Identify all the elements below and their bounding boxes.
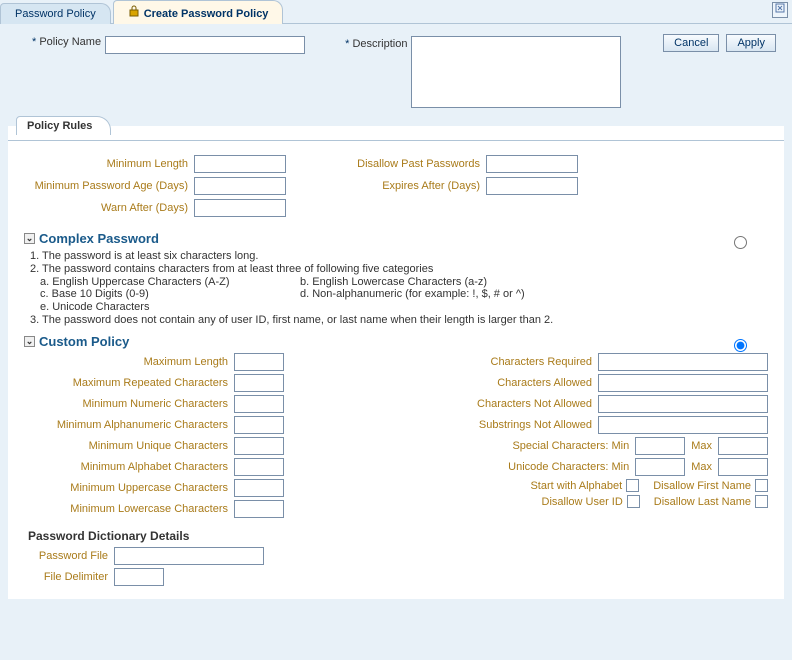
chars-required-label: Characters Required <box>428 356 598 368</box>
min-age-input[interactable] <box>194 177 286 195</box>
min-lower-label: Minimum Lowercase Characters <box>24 503 234 515</box>
disallow-user-checkbox[interactable] <box>627 495 640 508</box>
policy-name-label: * Policy Name <box>32 36 105 48</box>
min-upper-input[interactable] <box>234 479 284 497</box>
chars-allowed-label: Characters Allowed <box>428 377 598 389</box>
file-delimiter-label: File Delimiter <box>24 571 114 583</box>
unicode-min-input[interactable] <box>635 458 685 476</box>
password-file-input[interactable] <box>114 547 264 565</box>
unicode-max-label: Max <box>691 461 712 473</box>
disallow-first-checkbox[interactable] <box>755 479 768 492</box>
max-repeated-input[interactable] <box>234 374 284 392</box>
unicode-min-label: Unicode Characters: Min <box>465 461 635 473</box>
subs-not-allowed-input[interactable] <box>598 416 768 434</box>
chevron-down-icon[interactable]: ⌄ <box>24 233 35 244</box>
min-length-label: Minimum Length <box>24 158 194 170</box>
cancel-button[interactable]: Cancel <box>663 34 719 52</box>
warn-after-label: Warn After (Days) <box>24 202 194 214</box>
special-min-label: Special Characters: Min <box>465 440 635 452</box>
min-unique-input[interactable] <box>234 437 284 455</box>
policy-rules-panel: Policy Rules Minimum Length Minimum Pass… <box>8 126 784 599</box>
expires-after-input[interactable] <box>486 177 578 195</box>
min-numeric-label: Minimum Numeric Characters <box>24 398 234 410</box>
special-min-input[interactable] <box>635 437 685 455</box>
chars-allowed-input[interactable] <box>598 374 768 392</box>
warn-after-input[interactable] <box>194 199 286 217</box>
start-alphabet-label: Start with Alphabet <box>530 480 622 492</box>
min-numeric-input[interactable] <box>234 395 284 413</box>
header-area: Cancel Apply * Policy Name * Description <box>0 24 792 126</box>
tab-label: Create Password Policy <box>144 8 269 20</box>
min-unique-label: Minimum Unique Characters <box>24 440 234 452</box>
start-alphabet-checkbox[interactable] <box>626 479 639 492</box>
disallow-first-label: Disallow First Name <box>653 480 751 492</box>
description-label: * Description <box>345 38 411 50</box>
description-input[interactable] <box>411 36 621 108</box>
close-icon[interactable] <box>772 2 788 18</box>
special-max-label: Max <box>691 440 712 452</box>
max-repeated-label: Maximum Repeated Characters <box>24 377 234 389</box>
top-tabs: Password Policy Create Password Policy <box>0 0 792 24</box>
min-alnum-input[interactable] <box>234 416 284 434</box>
disallow-last-checkbox[interactable] <box>755 495 768 508</box>
apply-button[interactable]: Apply <box>726 34 776 52</box>
min-alpha-label: Minimum Alphabet Characters <box>24 461 234 473</box>
lock-icon <box>128 5 140 20</box>
tab-password-policy[interactable]: Password Policy <box>0 3 111 24</box>
policy-rules-tab: Policy Rules <box>16 116 111 135</box>
disallow-past-label: Disallow Past Passwords <box>336 158 486 170</box>
dictionary-header: Password Dictionary Details <box>28 529 768 543</box>
min-lower-input[interactable] <box>234 500 284 518</box>
min-alnum-label: Minimum Alphanumeric Characters <box>24 419 234 431</box>
min-alpha-input[interactable] <box>234 458 284 476</box>
custom-policy-header: ⌄ Custom Policy <box>24 334 768 349</box>
disallow-last-label: Disallow Last Name <box>654 496 751 508</box>
min-upper-label: Minimum Uppercase Characters <box>24 482 234 494</box>
chars-required-input[interactable] <box>598 353 768 371</box>
disallow-user-label: Disallow User ID <box>542 496 623 508</box>
file-delimiter-input[interactable] <box>114 568 164 586</box>
expires-after-label: Expires After (Days) <box>336 180 486 192</box>
chevron-down-icon[interactable]: ⌄ <box>24 336 35 347</box>
min-length-input[interactable] <box>194 155 286 173</box>
complex-password-radio[interactable] <box>734 236 747 249</box>
disallow-past-input[interactable] <box>486 155 578 173</box>
password-file-label: Password File <box>24 550 114 562</box>
complex-password-header: ⌄ Complex Password <box>24 231 768 246</box>
policy-name-input[interactable] <box>105 36 305 54</box>
unicode-max-input[interactable] <box>718 458 768 476</box>
tab-create-password-policy[interactable]: Create Password Policy <box>113 0 284 24</box>
chars-not-allowed-input[interactable] <box>598 395 768 413</box>
min-age-label: Minimum Password Age (Days) <box>24 180 194 192</box>
subs-not-allowed-label: Substrings Not Allowed <box>428 419 598 431</box>
special-max-input[interactable] <box>718 437 768 455</box>
max-length-label: Maximum Length <box>24 356 234 368</box>
custom-policy-radio[interactable] <box>734 339 747 352</box>
chars-not-allowed-label: Characters Not Allowed <box>428 398 598 410</box>
max-length-input[interactable] <box>234 353 284 371</box>
complex-rules: 1. The password is at least six characte… <box>30 250 768 326</box>
